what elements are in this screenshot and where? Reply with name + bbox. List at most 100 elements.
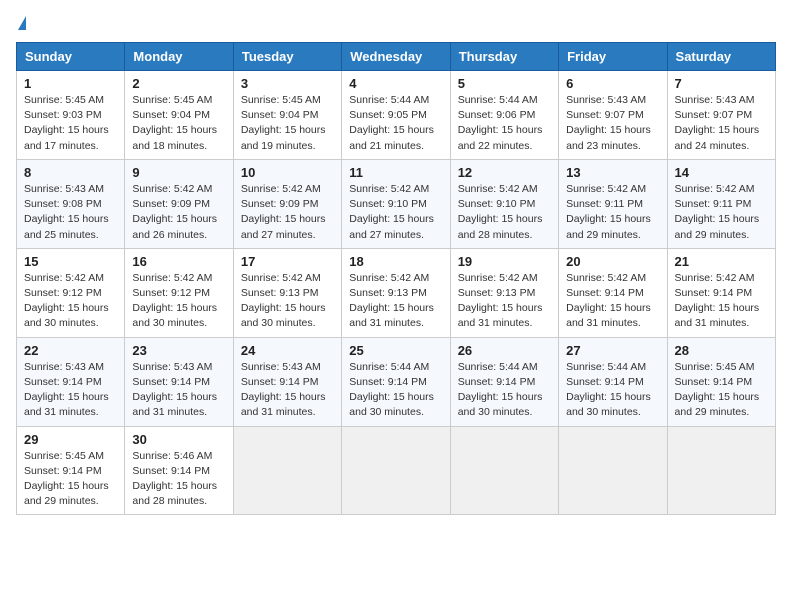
calendar-cell: 14 Sunrise: 5:42 AM Sunset: 9:11 PM Dayl…: [667, 159, 775, 248]
calendar-cell: 30 Sunrise: 5:46 AM Sunset: 9:14 PM Dayl…: [125, 426, 233, 515]
sunrise-label: Sunrise: 5:43 AM: [241, 361, 321, 373]
day-info: Sunrise: 5:42 AM Sunset: 9:12 PM Dayligh…: [24, 271, 117, 332]
day-number: 14: [675, 165, 768, 180]
sunset-label: Sunset: 9:04 PM: [132, 109, 210, 121]
sunset-label: Sunset: 9:14 PM: [132, 465, 210, 477]
day-number: 13: [566, 165, 659, 180]
daylight-label: Daylight: 15 hours and 26 minutes.: [132, 213, 217, 240]
sunset-label: Sunset: 9:14 PM: [566, 376, 644, 388]
calendar-body: 1 Sunrise: 5:45 AM Sunset: 9:03 PM Dayli…: [17, 71, 776, 515]
page-header: [16, 16, 776, 32]
weekday-header-wednesday: Wednesday: [342, 43, 450, 71]
calendar-cell: 16 Sunrise: 5:42 AM Sunset: 9:12 PM Dayl…: [125, 248, 233, 337]
day-number: 16: [132, 254, 225, 269]
daylight-label: Daylight: 15 hours and 23 minutes.: [566, 124, 651, 151]
day-number: 22: [24, 343, 117, 358]
calendar-cell: 1 Sunrise: 5:45 AM Sunset: 9:03 PM Dayli…: [17, 71, 125, 160]
sunset-label: Sunset: 9:09 PM: [241, 198, 319, 210]
calendar-cell: 24 Sunrise: 5:43 AM Sunset: 9:14 PM Dayl…: [233, 337, 341, 426]
sunset-label: Sunset: 9:13 PM: [241, 287, 319, 299]
day-info: Sunrise: 5:45 AM Sunset: 9:14 PM Dayligh…: [675, 360, 768, 421]
calendar-cell: [342, 426, 450, 515]
daylight-label: Daylight: 15 hours and 29 minutes.: [566, 213, 651, 240]
sunrise-label: Sunrise: 5:42 AM: [458, 183, 538, 195]
day-number: 21: [675, 254, 768, 269]
sunset-label: Sunset: 9:14 PM: [349, 376, 427, 388]
daylight-label: Daylight: 15 hours and 30 minutes.: [241, 302, 326, 329]
day-info: Sunrise: 5:43 AM Sunset: 9:14 PM Dayligh…: [132, 360, 225, 421]
calendar-cell: 13 Sunrise: 5:42 AM Sunset: 9:11 PM Dayl…: [559, 159, 667, 248]
day-number: 2: [132, 76, 225, 91]
day-info: Sunrise: 5:44 AM Sunset: 9:14 PM Dayligh…: [458, 360, 551, 421]
calendar-cell: 29 Sunrise: 5:45 AM Sunset: 9:14 PM Dayl…: [17, 426, 125, 515]
day-number: 30: [132, 432, 225, 447]
day-info: Sunrise: 5:42 AM Sunset: 9:13 PM Dayligh…: [458, 271, 551, 332]
day-number: 20: [566, 254, 659, 269]
sunset-label: Sunset: 9:11 PM: [675, 198, 752, 210]
sunset-label: Sunset: 9:14 PM: [132, 376, 210, 388]
day-info: Sunrise: 5:45 AM Sunset: 9:04 PM Dayligh…: [241, 93, 334, 154]
daylight-label: Daylight: 15 hours and 31 minutes.: [349, 302, 434, 329]
sunrise-label: Sunrise: 5:42 AM: [132, 183, 212, 195]
daylight-label: Daylight: 15 hours and 22 minutes.: [458, 124, 543, 151]
weekday-header-tuesday: Tuesday: [233, 43, 341, 71]
sunset-label: Sunset: 9:10 PM: [349, 198, 427, 210]
sunset-label: Sunset: 9:06 PM: [458, 109, 536, 121]
calendar-cell: 26 Sunrise: 5:44 AM Sunset: 9:14 PM Dayl…: [450, 337, 558, 426]
sunrise-label: Sunrise: 5:45 AM: [24, 94, 104, 106]
calendar-cell: 9 Sunrise: 5:42 AM Sunset: 9:09 PM Dayli…: [125, 159, 233, 248]
day-number: 27: [566, 343, 659, 358]
sunrise-label: Sunrise: 5:45 AM: [24, 450, 104, 462]
sunset-label: Sunset: 9:05 PM: [349, 109, 427, 121]
sunset-label: Sunset: 9:13 PM: [349, 287, 427, 299]
calendar-cell: 20 Sunrise: 5:42 AM Sunset: 9:14 PM Dayl…: [559, 248, 667, 337]
day-number: 12: [458, 165, 551, 180]
day-info: Sunrise: 5:43 AM Sunset: 9:08 PM Dayligh…: [24, 182, 117, 243]
calendar-week-1: 1 Sunrise: 5:45 AM Sunset: 9:03 PM Dayli…: [17, 71, 776, 160]
calendar-cell: 8 Sunrise: 5:43 AM Sunset: 9:08 PM Dayli…: [17, 159, 125, 248]
sunset-label: Sunset: 9:14 PM: [566, 287, 644, 299]
sunrise-label: Sunrise: 5:44 AM: [566, 361, 646, 373]
day-number: 3: [241, 76, 334, 91]
day-number: 6: [566, 76, 659, 91]
daylight-label: Daylight: 15 hours and 30 minutes.: [132, 302, 217, 329]
calendar-cell: 2 Sunrise: 5:45 AM Sunset: 9:04 PM Dayli…: [125, 71, 233, 160]
day-info: Sunrise: 5:45 AM Sunset: 9:04 PM Dayligh…: [132, 93, 225, 154]
sunrise-label: Sunrise: 5:42 AM: [566, 183, 646, 195]
daylight-label: Daylight: 15 hours and 29 minutes.: [675, 213, 760, 240]
logo-triangle-icon: [18, 16, 26, 30]
calendar-cell: 5 Sunrise: 5:44 AM Sunset: 9:06 PM Dayli…: [450, 71, 558, 160]
day-info: Sunrise: 5:42 AM Sunset: 9:10 PM Dayligh…: [349, 182, 442, 243]
daylight-label: Daylight: 15 hours and 31 minutes.: [24, 391, 109, 418]
calendar-header-row: SundayMondayTuesdayWednesdayThursdayFrid…: [17, 43, 776, 71]
day-number: 23: [132, 343, 225, 358]
day-info: Sunrise: 5:42 AM Sunset: 9:12 PM Dayligh…: [132, 271, 225, 332]
sunset-label: Sunset: 9:14 PM: [458, 376, 536, 388]
day-number: 11: [349, 165, 442, 180]
calendar-cell: 17 Sunrise: 5:42 AM Sunset: 9:13 PM Dayl…: [233, 248, 341, 337]
day-info: Sunrise: 5:44 AM Sunset: 9:05 PM Dayligh…: [349, 93, 442, 154]
sunset-label: Sunset: 9:12 PM: [132, 287, 210, 299]
daylight-label: Daylight: 15 hours and 31 minutes.: [566, 302, 651, 329]
daylight-label: Daylight: 15 hours and 28 minutes.: [458, 213, 543, 240]
calendar-cell: 28 Sunrise: 5:45 AM Sunset: 9:14 PM Dayl…: [667, 337, 775, 426]
day-info: Sunrise: 5:42 AM Sunset: 9:11 PM Dayligh…: [675, 182, 768, 243]
sunset-label: Sunset: 9:12 PM: [24, 287, 102, 299]
sunrise-label: Sunrise: 5:45 AM: [675, 361, 755, 373]
sunrise-label: Sunrise: 5:42 AM: [349, 183, 429, 195]
sunset-label: Sunset: 9:11 PM: [566, 198, 643, 210]
sunrise-label: Sunrise: 5:44 AM: [458, 361, 538, 373]
calendar-cell: 7 Sunrise: 5:43 AM Sunset: 9:07 PM Dayli…: [667, 71, 775, 160]
day-info: Sunrise: 5:42 AM Sunset: 9:14 PM Dayligh…: [675, 271, 768, 332]
sunset-label: Sunset: 9:09 PM: [132, 198, 210, 210]
calendar-cell: 21 Sunrise: 5:42 AM Sunset: 9:14 PM Dayl…: [667, 248, 775, 337]
day-info: Sunrise: 5:44 AM Sunset: 9:14 PM Dayligh…: [566, 360, 659, 421]
sunrise-label: Sunrise: 5:43 AM: [24, 361, 104, 373]
day-info: Sunrise: 5:42 AM Sunset: 9:10 PM Dayligh…: [458, 182, 551, 243]
day-number: 15: [24, 254, 117, 269]
daylight-label: Daylight: 15 hours and 31 minutes.: [241, 391, 326, 418]
daylight-label: Daylight: 15 hours and 30 minutes.: [566, 391, 651, 418]
daylight-label: Daylight: 15 hours and 30 minutes.: [349, 391, 434, 418]
sunrise-label: Sunrise: 5:43 AM: [566, 94, 646, 106]
day-number: 4: [349, 76, 442, 91]
